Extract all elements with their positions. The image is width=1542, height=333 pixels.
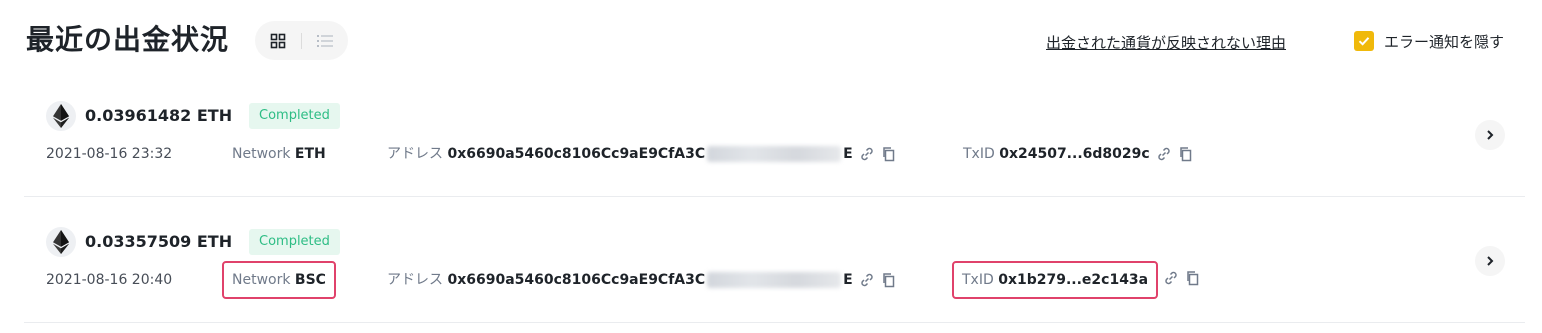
checkmark-icon [1358,37,1370,46]
withdrawal-row[interactable]: 0.03357509 ETH Completed 2021-08-16 20:4… [24,213,1525,323]
chevron-right-icon [1487,256,1494,266]
network-field-highlighted: Network BSC [222,261,336,299]
chevron-right-icon [1487,130,1494,140]
copy-icon[interactable] [881,146,897,162]
address-value-start: 0x6690a5460c8106Cc9aE9CfA3C [447,272,706,288]
ethereum-icon [46,101,76,131]
network-field: Network ETH [231,144,326,164]
txid-field-highlighted: TxID 0x1b279...e2c143a [951,261,1159,299]
link-icon[interactable] [1156,146,1172,162]
address-value-end: E [843,272,853,288]
address-redacted [707,272,842,288]
ethereum-icon [46,227,76,257]
txid-actions [1157,270,1201,286]
txid-label: TxID [963,146,995,162]
address-label: アドレス [387,146,443,162]
network-value: ETH [294,146,326,162]
status-badge: Completed [249,229,340,255]
hide-errors-checkbox[interactable] [1354,31,1374,51]
withdrawal-amount: 0.03961482 ETH [85,106,233,125]
network-value: BSC [294,272,326,288]
list-icon [317,34,333,47]
withdrawal-datetime: 2021-08-16 23:32 [46,146,173,162]
link-icon[interactable] [859,146,875,162]
list-view-button[interactable] [302,21,348,60]
withdrawal-history-page: 最近の出金状況 出金された通貨が反映されない理由 エラー通知を隠す 0.0396… [0,0,1542,333]
address-field: アドレス 0x6690a5460c8106Cc9aE9CfA3C E [387,270,897,290]
status-badge: Completed [249,103,340,129]
copy-icon[interactable] [1185,270,1201,286]
txid-value: 0x24507...6d8029c [999,146,1150,162]
withdrawal-row[interactable]: 0.03961482 ETH Completed 2021-08-16 23:3… [24,87,1525,197]
withdrawal-datetime: 2021-08-16 20:40 [46,272,173,288]
hide-errors-toggle[interactable]: エラー通知を隠す [1354,30,1504,52]
copy-icon[interactable] [1178,146,1194,162]
hide-errors-label: エラー通知を隠す [1384,32,1505,51]
address-value-end: E [843,146,853,162]
grid-view-button[interactable] [255,21,301,60]
copy-icon[interactable] [881,272,897,288]
grid-icon [270,33,286,48]
address-value-start: 0x6690a5460c8106Cc9aE9CfA3C [447,146,706,162]
link-icon[interactable] [1163,270,1179,286]
row-details-button[interactable] [1475,246,1505,276]
txid-value: 0x1b279...e2c143a [998,272,1149,288]
view-toggle [255,21,348,60]
reason-link[interactable]: 出金された通貨が反映されない理由 [1046,33,1286,53]
withdrawal-amount: 0.03357509 ETH [85,232,233,251]
txid-field: TxID 0x24507...6d8029c [963,144,1194,164]
network-label: Network [232,146,291,162]
address-field: アドレス 0x6690a5460c8106Cc9aE9CfA3C E [387,144,897,164]
address-redacted [707,146,842,162]
link-icon[interactable] [859,272,875,288]
row-details-button[interactable] [1475,120,1505,150]
page-title: 最近の出金状況 [26,23,230,56]
network-label: Network [232,272,291,288]
address-label: アドレス [387,272,443,288]
txid-label: TxID [962,272,994,288]
